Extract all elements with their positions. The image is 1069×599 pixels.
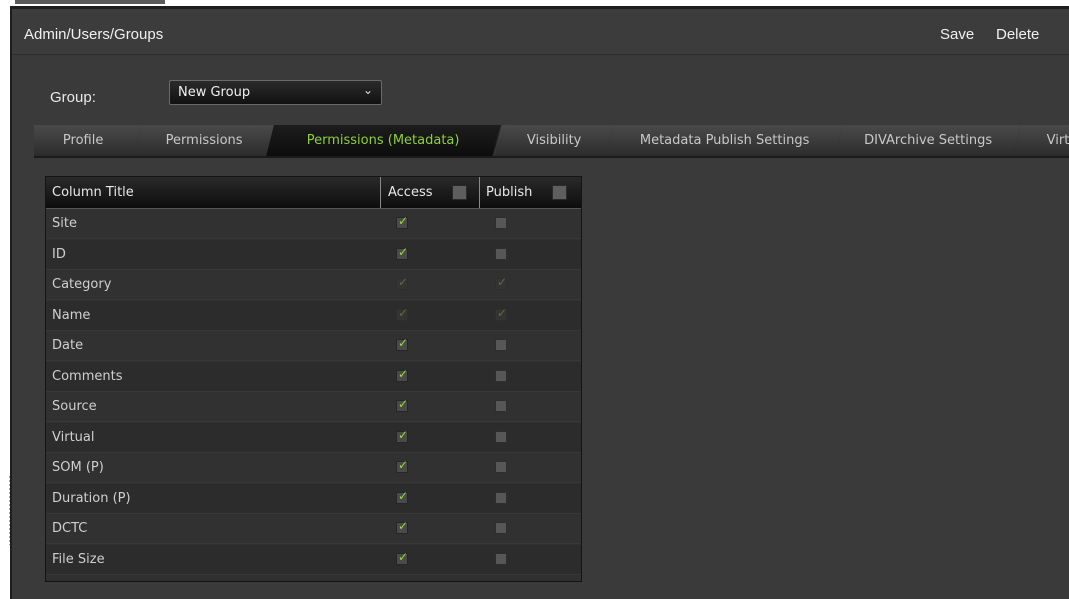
- access-checkbox[interactable]: [396, 428, 408, 443]
- access-checkbox[interactable]: [396, 397, 408, 412]
- chevron-down-icon: ⌄: [362, 83, 373, 97]
- access-checkbox: [396, 275, 408, 290]
- tab-metadata-publish-settings[interactable]: Metadata Publish Settings: [606, 125, 844, 157]
- publish-checkbox[interactable]: [495, 461, 507, 473]
- tab-label: Virtu: [1046, 133, 1069, 148]
- tab-divarchive-settings[interactable]: DIVArchive Settings: [835, 125, 1022, 157]
- column-title-cell: Duration (P): [52, 490, 131, 506]
- delete-button[interactable]: Delete: [996, 26, 1039, 43]
- publish-checkbox: [495, 306, 507, 321]
- breadcrumb: Admin/Users/Groups: [24, 26, 164, 43]
- column-header-title[interactable]: Column Title: [46, 177, 381, 208]
- access-checkbox[interactable]: [396, 367, 408, 382]
- table-row[interactable]: Duration (P): [46, 483, 581, 514]
- column-title-cell: DCTC: [52, 521, 88, 536]
- panel-header: Admin/Users/Groups Save Delete: [12, 9, 1069, 55]
- tab-profile[interactable]: Profile: [34, 125, 143, 157]
- access-checkbox[interactable]: [396, 550, 408, 565]
- tab-permissions-metadata[interactable]: Permissions (Metadata): [266, 125, 501, 157]
- table-row[interactable]: Name: [46, 300, 581, 331]
- tab-bar: Profile Permissions Visibility Metadata …: [34, 121, 1069, 157]
- tab-underline: [34, 156, 1069, 158]
- column-title-cell: Comments: [52, 368, 123, 384]
- column-header-publish[interactable]: Publish: [480, 177, 581, 208]
- publish-checkbox[interactable]: [495, 400, 507, 412]
- table-row[interactable]: Site: [46, 209, 581, 239]
- access-checkbox[interactable]: [396, 489, 408, 504]
- table-row[interactable]: Comments: [46, 361, 581, 392]
- group-select[interactable]: New Group ⌄: [169, 80, 382, 105]
- table-row[interactable]: Date: [46, 331, 581, 361]
- access-label: Access: [388, 185, 433, 200]
- tab-permissions[interactable]: Permissions: [134, 125, 275, 157]
- publish-label: Publish: [486, 185, 533, 200]
- top-strip-bar: [15, 0, 165, 4]
- groups-panel: Admin/Users/Groups Save Delete Group: Ne…: [10, 6, 1069, 599]
- column-title-cell: File Size: [52, 551, 105, 567]
- column-title-cell: Category: [52, 277, 112, 292]
- publish-checkbox[interactable]: [495, 217, 507, 229]
- table-row[interactable]: Virtual: [46, 422, 581, 453]
- access-checkbox[interactable]: [396, 245, 408, 260]
- table-row[interactable]: SOM (P): [46, 453, 581, 483]
- tab-virtu[interactable]: Virtu: [1013, 125, 1069, 157]
- publish-checkbox: [495, 275, 507, 290]
- access-checkbox: [396, 306, 408, 321]
- tab-label: Profile: [62, 133, 104, 148]
- publish-select-all-checkbox[interactable]: [552, 185, 567, 200]
- publish-checkbox[interactable]: [495, 552, 507, 565]
- access-checkbox[interactable]: [396, 214, 408, 229]
- access-checkbox[interactable]: [396, 519, 408, 534]
- publish-checkbox[interactable]: [495, 491, 507, 504]
- permissions-table: Column Title Access Publish Site ID Catego…: [45, 176, 582, 582]
- tab-label: Metadata Publish Settings: [639, 133, 810, 148]
- tab-label: Visibility: [526, 133, 582, 148]
- access-select-all-checkbox[interactable]: [452, 185, 467, 200]
- column-title-label: Column Title: [52, 185, 134, 200]
- publish-checkbox[interactable]: [495, 522, 507, 534]
- publish-checkbox[interactable]: [495, 430, 507, 443]
- tab-visibility[interactable]: Visibility: [494, 125, 615, 157]
- table-row[interactable]: ID: [46, 239, 581, 270]
- table-row[interactable]: File Size: [46, 544, 581, 575]
- column-title-cell: Site: [52, 216, 77, 231]
- publish-checkbox[interactable]: [495, 339, 507, 351]
- table-header: Column Title Access Publish: [46, 177, 581, 209]
- publish-checkbox[interactable]: [495, 369, 507, 382]
- tab-label: DIVArchive Settings: [864, 133, 993, 148]
- column-title-cell: Name: [52, 307, 91, 323]
- access-checkbox[interactable]: [396, 336, 408, 351]
- access-checkbox[interactable]: [396, 458, 408, 473]
- column-title-cell: SOM (P): [52, 460, 104, 475]
- table-row[interactable]: Category: [46, 270, 581, 300]
- column-title-cell: Date: [52, 338, 84, 353]
- group-label: Group:: [50, 89, 96, 106]
- table-row[interactable]: DCTC: [46, 514, 581, 544]
- group-select-value: New Group: [178, 85, 251, 100]
- save-button[interactable]: Save: [940, 26, 974, 43]
- column-header-access[interactable]: Access: [381, 177, 480, 208]
- table-row[interactable]: Source: [46, 392, 581, 422]
- tab-label: Permissions: [165, 133, 243, 148]
- tab-label: Permissions (Metadata): [306, 133, 460, 148]
- publish-checkbox[interactable]: [495, 247, 507, 260]
- column-title-cell: Virtual: [52, 429, 95, 445]
- column-title-cell: Source: [52, 399, 97, 414]
- column-title-cell: ID: [52, 246, 66, 262]
